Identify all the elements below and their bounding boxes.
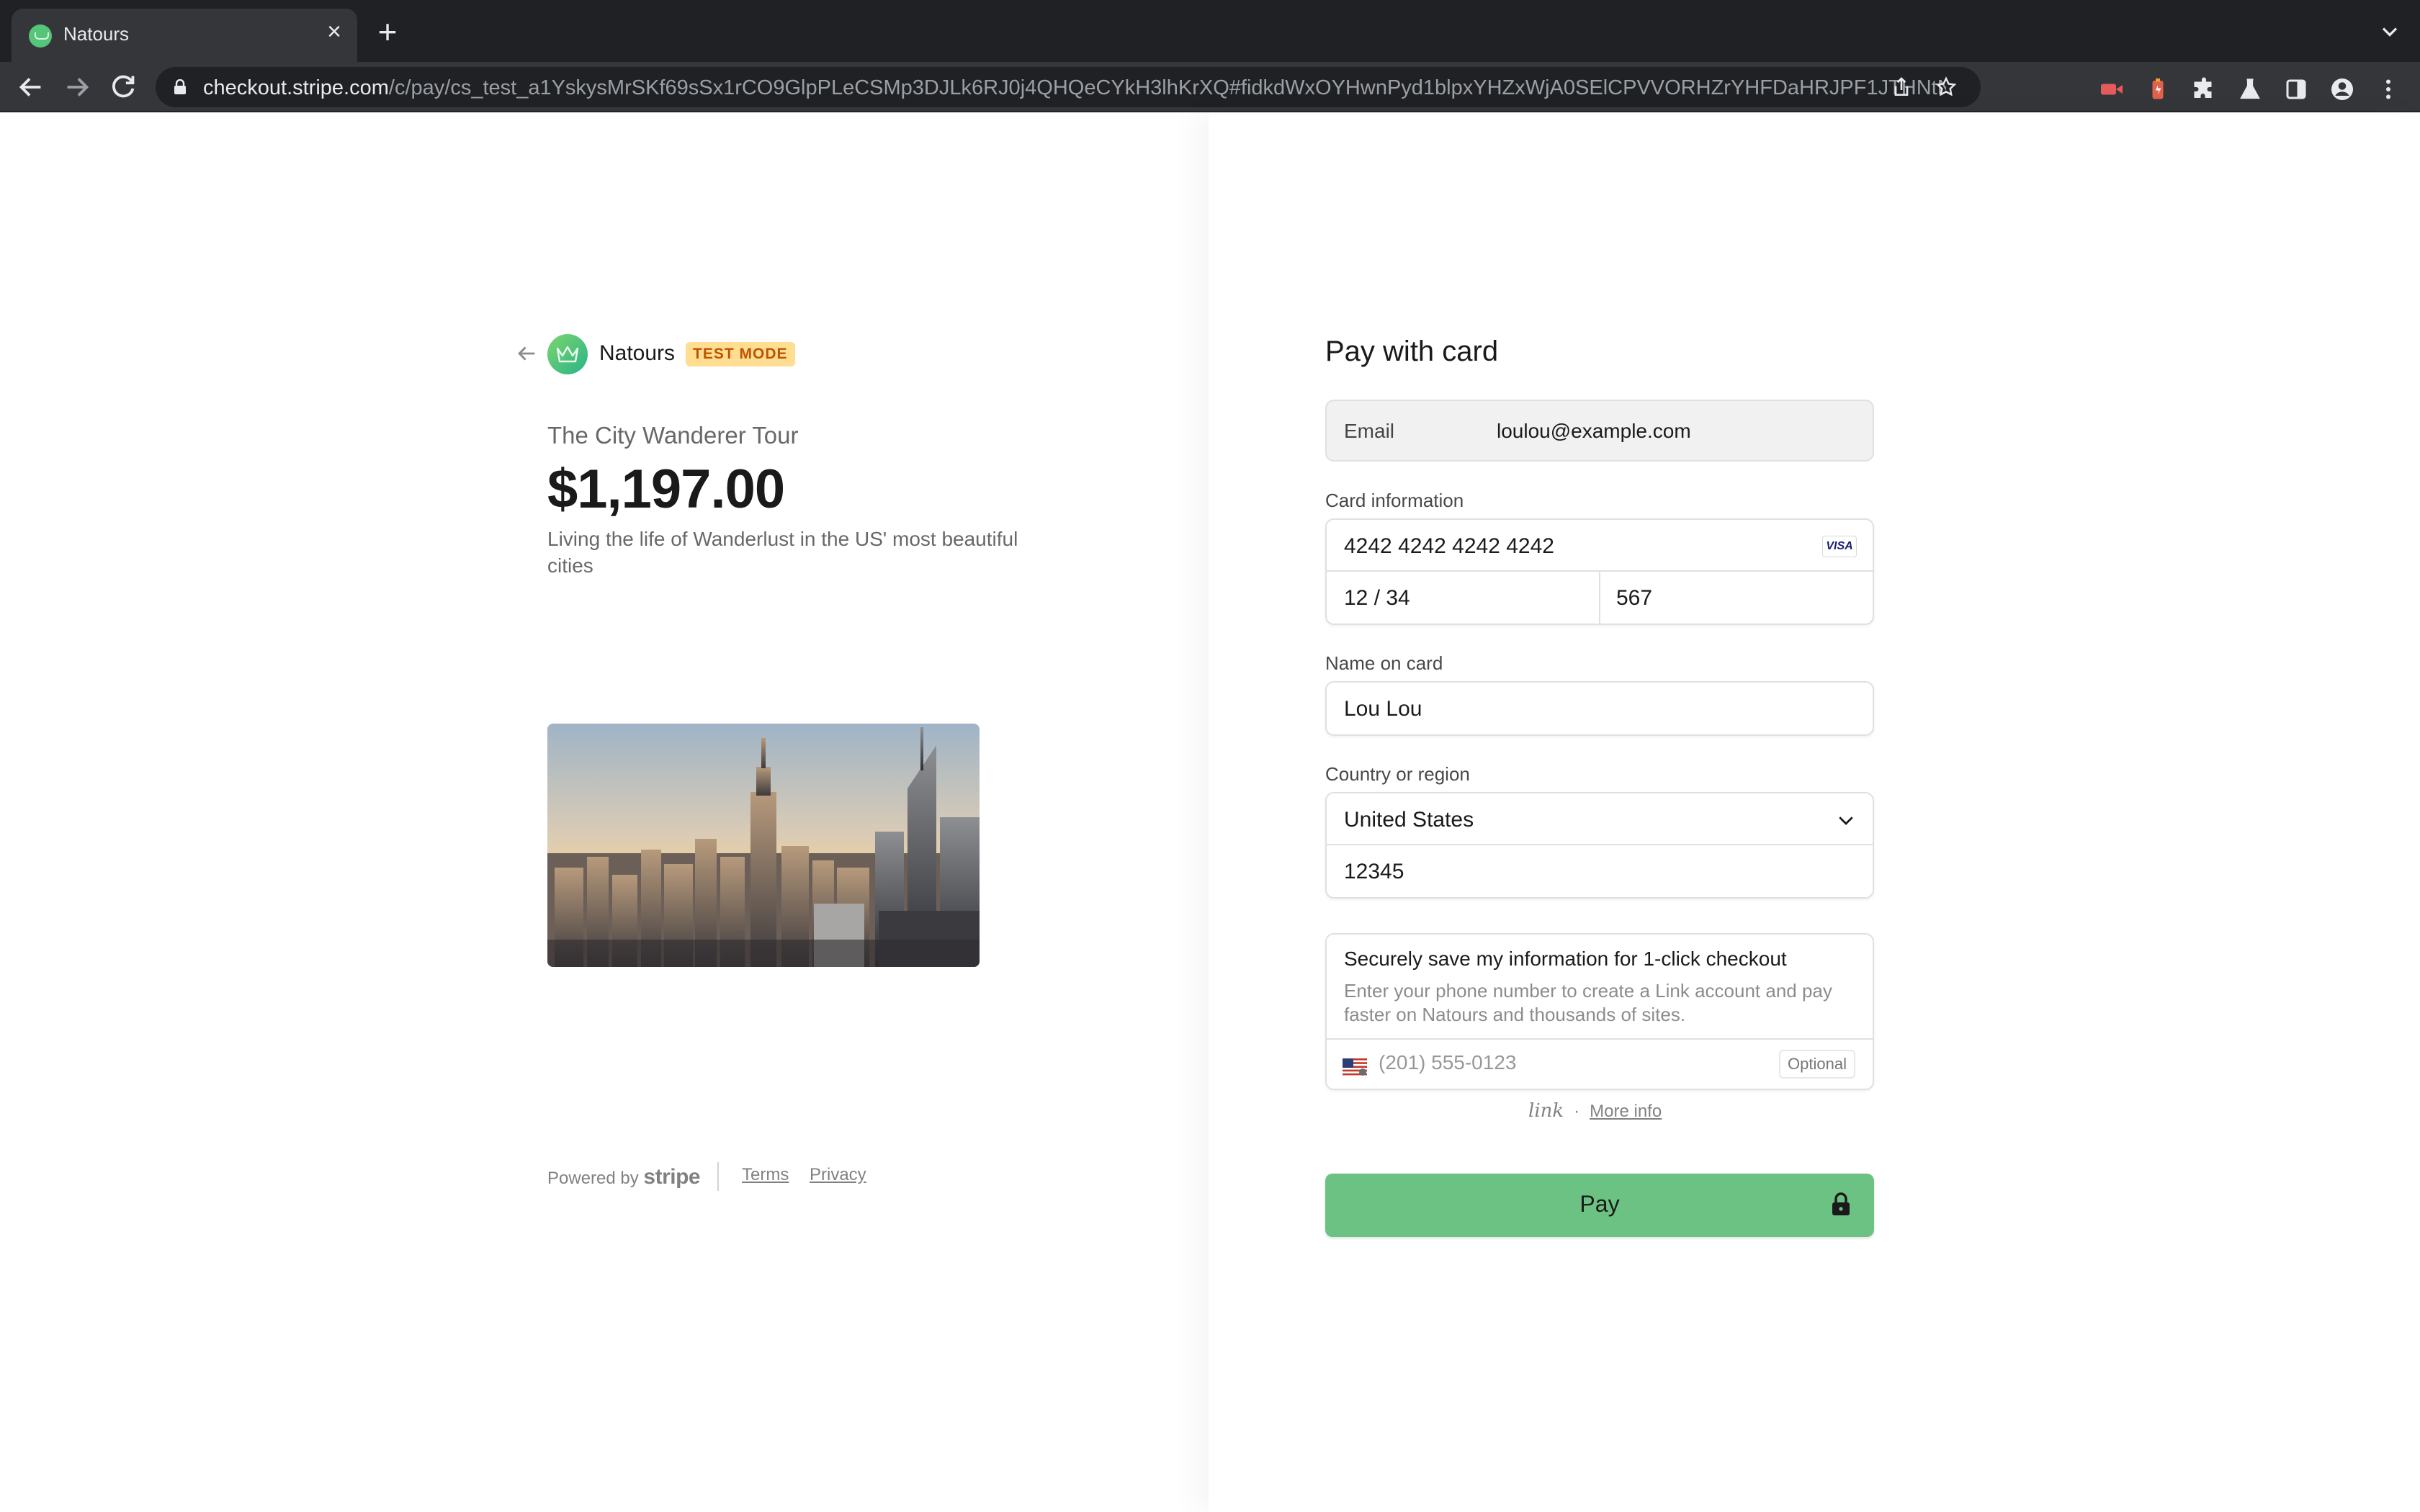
form-title: Pay with card xyxy=(1325,336,1499,367)
stripe-logo: stripe xyxy=(643,1165,701,1189)
merchant-name: Natours xyxy=(599,341,676,365)
browser-tab[interactable]: Natours × xyxy=(12,9,357,62)
link-separator: · xyxy=(1574,1102,1580,1121)
profile-icon[interactable] xyxy=(2329,76,2355,102)
country-value: United States xyxy=(1344,808,1474,832)
card-information-group: 4242 4242 4242 4242 VISA 12 / 34 567 xyxy=(1325,518,1874,625)
link-save-title: Securely save my information for 1-click… xyxy=(1344,948,1787,970)
email-field[interactable]: Email loulou@example.com xyxy=(1325,400,1874,462)
name-on-card-group: Lou Lou xyxy=(1325,681,1874,736)
pay-button-label: Pay xyxy=(1579,1191,1620,1217)
chevron-down-icon xyxy=(1835,809,1857,831)
email-value: loulou@example.com xyxy=(1497,420,1691,442)
email-label: Email xyxy=(1344,420,1395,442)
phone-input[interactable]: (201) 555-0123 xyxy=(1379,1051,1516,1074)
tab-search-chevron-icon[interactable] xyxy=(2377,19,2403,45)
link-save-description: Enter your phone number to create a Link… xyxy=(1344,980,1832,1025)
link-box-divider xyxy=(1327,1038,1873,1040)
card-expiry-cvc-row: 12 / 34 567 xyxy=(1327,572,1873,624)
url-text[interactable]: checkout.stripe.com/c/pay/cs_test_a1Ysky… xyxy=(203,76,1946,100)
natours-logo xyxy=(547,334,588,374)
card-cvc-field[interactable]: 567 xyxy=(1616,586,1652,611)
country-select[interactable]: United States xyxy=(1327,793,1873,845)
back-arrow-icon[interactable] xyxy=(514,341,539,366)
extension-video-icon[interactable] xyxy=(2099,76,2125,102)
pay-button[interactable]: Pay xyxy=(1325,1174,1874,1237)
visa-icon: VISA xyxy=(1822,536,1857,557)
name-on-card-value: Lou Lou xyxy=(1344,697,1422,721)
card-number-field[interactable]: 4242 4242 4242 4242 VISA xyxy=(1327,520,1873,572)
new-tab-icon[interactable]: + xyxy=(372,15,403,48)
forward-arrow-icon[interactable] xyxy=(60,71,94,104)
reload-icon[interactable] xyxy=(107,71,140,104)
browser-tab-bar: Natours × + xyxy=(0,0,2420,62)
link-save-info-box: Securely save my information for 1-click… xyxy=(1325,933,1874,1090)
product-description: Living the life of Wanderlust in the US'… xyxy=(547,528,1018,577)
privacy-link[interactable]: Privacy xyxy=(810,1165,866,1185)
more-info-link[interactable]: More info xyxy=(1590,1102,1662,1121)
extension-battery-icon[interactable] xyxy=(2145,76,2171,102)
tab-title: Natours xyxy=(63,23,130,45)
natours-favicon-icon xyxy=(29,24,52,48)
side-panel-icon[interactable] xyxy=(2283,76,2309,102)
product-price: $1,197.00 xyxy=(547,459,785,520)
zip-field[interactable]: 12345 xyxy=(1327,845,1873,897)
close-tab-icon[interactable]: × xyxy=(321,19,347,45)
star-icon[interactable] xyxy=(1935,76,1958,99)
name-on-card-field[interactable]: Lou Lou xyxy=(1327,683,1873,734)
card-information-label: Card information xyxy=(1325,490,1464,511)
footer-divider xyxy=(717,1162,719,1191)
labs-flask-icon[interactable] xyxy=(2237,76,2263,102)
back-arrow-icon[interactable] xyxy=(14,71,48,104)
optional-badge: Optional xyxy=(1779,1050,1855,1079)
menu-icon[interactable] xyxy=(2375,76,2401,102)
powered-by-stripe[interactable]: Powered by stripe xyxy=(547,1165,701,1189)
url-host: checkout.stripe.com xyxy=(203,76,389,99)
terms-link[interactable]: Terms xyxy=(742,1165,789,1185)
country-region-label: Country or region xyxy=(1325,763,1470,785)
card-row-divider xyxy=(1599,572,1600,624)
url-path: /c/pay/cs_test_a1YskysMrSKf69sSx1rCO9Glp… xyxy=(388,76,1946,99)
powered-by-text: Powered by xyxy=(547,1169,639,1188)
browser-toolbar: checkout.stripe.com/c/pay/cs_test_a1Ysky… xyxy=(0,62,2420,112)
padlock-icon xyxy=(1829,1192,1852,1217)
product-name: The City Wanderer Tour xyxy=(547,422,799,449)
address-bar[interactable]: checkout.stripe.com/c/pay/cs_test_a1Ysky… xyxy=(156,67,1981,107)
card-expiry-field[interactable]: 12 / 34 xyxy=(1344,586,1410,611)
product-image xyxy=(547,724,980,967)
share-icon[interactable] xyxy=(1890,76,1913,99)
lock-icon[interactable] xyxy=(173,79,187,95)
us-flag-icon[interactable] xyxy=(1343,1058,1367,1076)
link-logo: link xyxy=(1528,1100,1564,1122)
test-mode-badge: TEST MODE xyxy=(686,342,795,366)
zip-value: 12345 xyxy=(1344,860,1404,883)
puzzle-icon[interactable] xyxy=(2191,76,2217,102)
link-footer: link · More info xyxy=(1528,1100,1662,1122)
name-on-card-label: Name on card xyxy=(1325,652,1443,674)
country-region-group: United States 12345 xyxy=(1325,792,1874,899)
card-number-value: 4242 4242 4242 4242 xyxy=(1344,534,1554,558)
